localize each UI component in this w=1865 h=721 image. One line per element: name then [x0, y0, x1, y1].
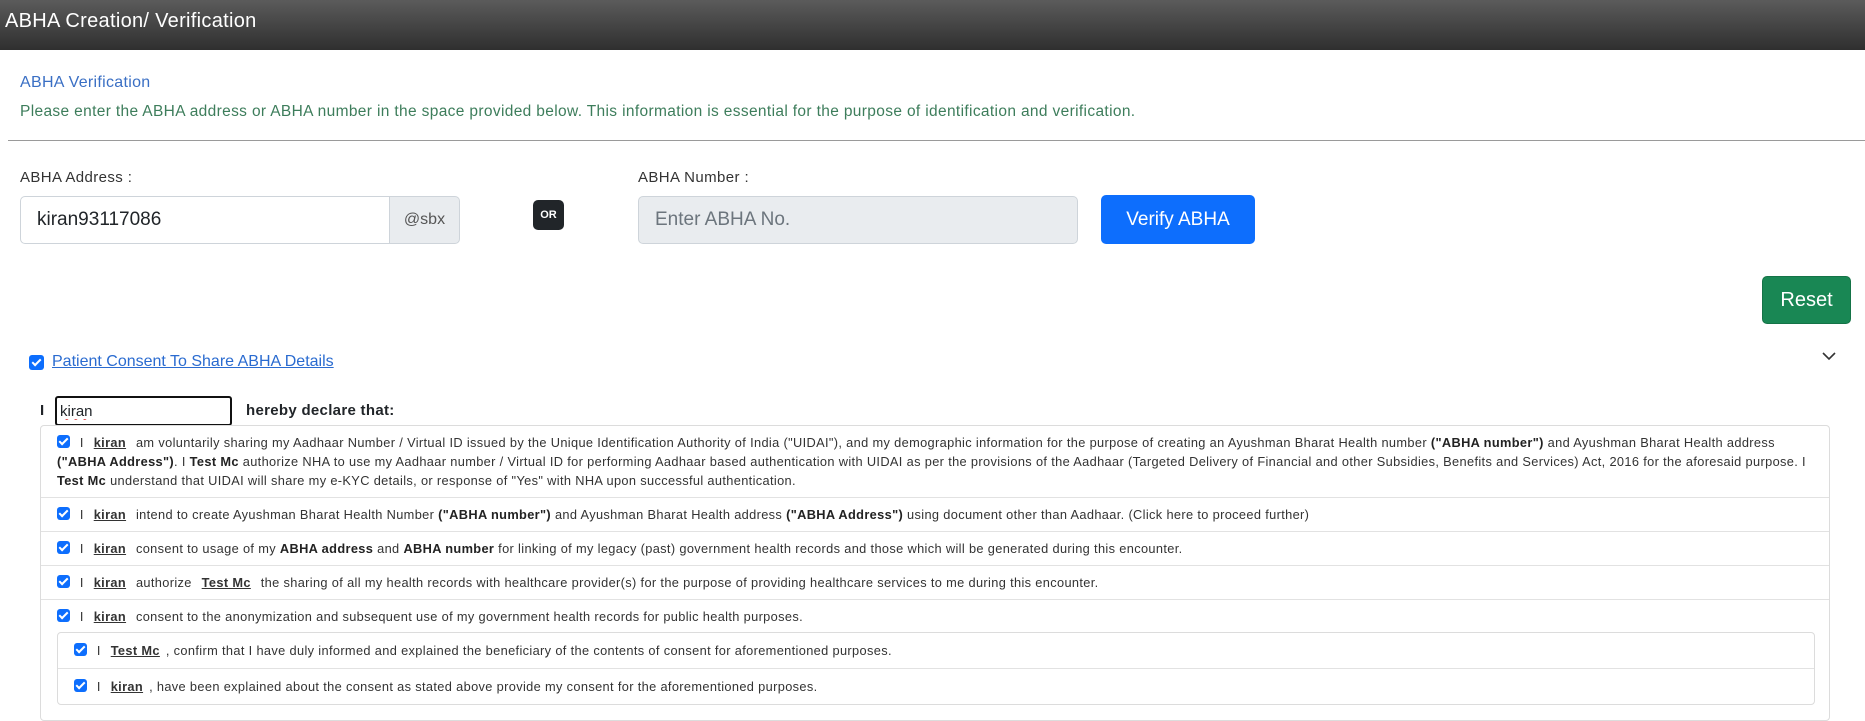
declare-label: hereby declare that:: [246, 402, 395, 419]
consent-item-3-text: for linking of my legacy (past) governme…: [498, 541, 1183, 556]
consent-item-4-text: the sharing of all my health records wit…: [260, 575, 1099, 590]
consent-item-3-text: consent to usage of my: [135, 541, 276, 556]
consent-item-1-text: am voluntarily sharing my Aadhaar Number…: [135, 435, 1427, 450]
consent-item-5: I kiran consent to the anonymization and…: [41, 600, 1829, 720]
consent-item-3-text: and: [377, 541, 400, 556]
consent-item-4-text: authorize: [135, 575, 192, 590]
abha-address-label: ABHA Address :: [20, 169, 133, 186]
i-label: I: [79, 435, 84, 450]
patient-name: kiran: [93, 507, 127, 522]
patient-name: kiran: [93, 541, 127, 556]
consent-item-5-checkbox[interactable]: [57, 609, 70, 622]
consent-item-1: I kiran am voluntarily sharing my Aadhaa…: [41, 426, 1829, 498]
patient-name: kiran: [93, 609, 127, 624]
consent-item-2-text: and Ayushman Bharat Health address: [554, 507, 783, 522]
abha-address-input[interactable]: [20, 196, 390, 244]
patient-name: kiran: [110, 679, 144, 694]
provider-name: Test Mc: [57, 473, 107, 488]
abha-number-term: ABHA number: [403, 541, 495, 556]
consent-item-2-text[interactable]: using document other than Aadhaar. (Clic…: [907, 507, 1309, 522]
abha-address-term: ABHA address: [279, 541, 374, 556]
i-label: I: [79, 575, 84, 590]
verification-description: Please enter the ABHA address or ABHA nu…: [20, 103, 1136, 120]
patient-name-input[interactable]: [55, 396, 232, 426]
abha-address-suffix: @sbx: [390, 196, 460, 244]
consent-item-2-text: intend to create Ayushman Bharat Health …: [135, 507, 435, 522]
i-label: I: [96, 643, 101, 658]
consent-checkbox[interactable]: [29, 355, 44, 370]
abha-number-term: ("ABHA number"): [438, 507, 552, 522]
abha-number-label: ABHA Number :: [638, 169, 750, 186]
patient-name: kiran: [93, 575, 127, 590]
consent-item-4: I kiran authorize Test Mc the sharing of…: [41, 566, 1829, 600]
consent-sub-list: I Test Mc , confirm that I have duly info…: [57, 632, 1815, 705]
abha-number-term: ("ABHA number"): [1430, 435, 1544, 450]
provider-name: Test Mc: [201, 575, 251, 590]
consent-item-2: I kiran intend to create Ayushman Bharat…: [41, 498, 1829, 532]
consent-item-7-checkbox[interactable]: [74, 679, 87, 692]
declare-i-label: I: [40, 402, 45, 419]
consent-item-1-text: and Ayushman Bharat Health address: [1547, 435, 1775, 450]
consent-item-3: I kiran consent to usage of my ABHA addr…: [41, 532, 1829, 566]
provider-name: Test Mc: [189, 454, 239, 469]
i-label: I: [79, 507, 84, 522]
consent-item-5-text: consent to the anonymization and subsequ…: [135, 609, 803, 624]
chevron-down-icon[interactable]: [1822, 349, 1836, 363]
i-label: I: [79, 541, 84, 556]
reset-button[interactable]: Reset: [1762, 276, 1851, 324]
patient-name: kiran: [93, 435, 127, 450]
section-divider: [8, 140, 1865, 141]
consent-item-1-text: . I: [174, 454, 186, 469]
consent-item-6-checkbox[interactable]: [74, 643, 87, 656]
abha-number-input[interactable]: [638, 196, 1078, 244]
consent-list: I kiran am voluntarily sharing my Aadhaa…: [40, 425, 1830, 721]
i-label: I: [96, 679, 101, 694]
verify-abha-button[interactable]: Verify ABHA: [1101, 195, 1255, 244]
consent-item-6: I Test Mc , confirm that I have duly info…: [58, 633, 1814, 669]
consent-item-2-checkbox[interactable]: [57, 507, 70, 520]
verification-title: ABHA Verification: [20, 74, 151, 91]
or-badge: OR: [533, 200, 564, 230]
consent-item-1-text: authorize NHA to use my Aadhaar number /…: [242, 454, 1806, 469]
consent-item-7: I kiran , have been explained about the c…: [58, 669, 1814, 704]
abha-address-group: @sbx: [20, 196, 460, 244]
abha-address-term: ("ABHA Address"): [57, 454, 175, 469]
consent-item-1-checkbox[interactable]: [57, 435, 70, 448]
provider-name: Test Mc: [110, 643, 160, 658]
abha-address-term: ("ABHA Address"): [786, 507, 904, 522]
i-label: I: [79, 609, 84, 624]
consent-item-6-text: , confirm that I have duly informed and …: [165, 643, 892, 658]
window-title: ABHA Creation/ Verification: [5, 10, 257, 32]
consent-item-4-checkbox[interactable]: [57, 575, 70, 588]
consent-item-3-checkbox[interactable]: [57, 541, 70, 554]
consent-item-1-text: understand that UIDAI will share my e-KY…: [110, 473, 796, 488]
window-title-bar: ABHA Creation/ Verification: [0, 0, 1865, 50]
consent-item-7-text: , have been explained about the consent …: [149, 679, 818, 694]
consent-toggle-link[interactable]: Patient Consent To Share ABHA Details: [52, 353, 334, 371]
